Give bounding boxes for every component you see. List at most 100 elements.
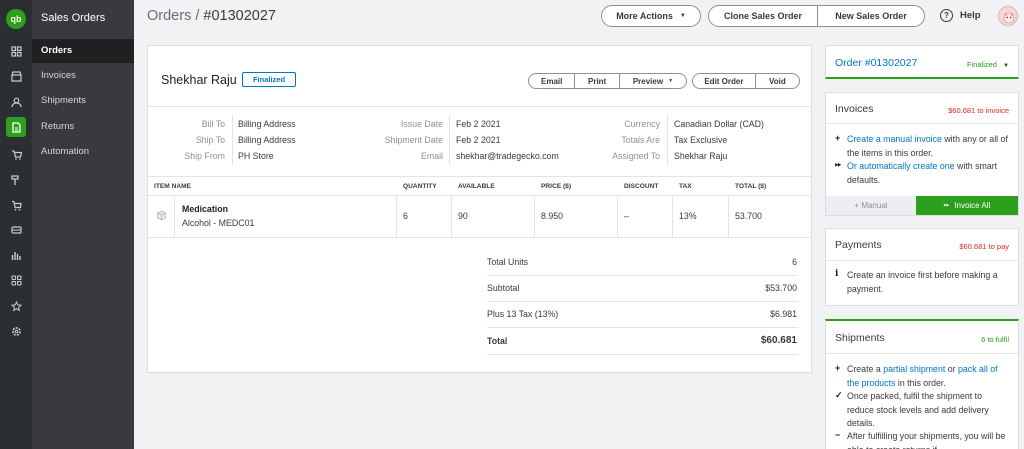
- divider: [148, 195, 811, 196]
- nav-item-shipments[interactable]: Shipments: [32, 89, 134, 113]
- user-avatar[interactable]: [998, 6, 1018, 26]
- nav-item-returns[interactable]: Returns: [32, 115, 134, 139]
- order-status-panel: Order #01302027 Finalized ▼: [825, 45, 1019, 79]
- subtotal-label: Subtotal: [487, 283, 520, 293]
- shipment-date-value[interactable]: Feb 2 2021: [456, 135, 501, 145]
- caret-down-icon: ▼: [679, 13, 686, 19]
- print-button[interactable]: Print: [574, 74, 618, 88]
- column-header-discount: DISCOUNT: [624, 183, 659, 190]
- preview-label: Preview: [632, 76, 664, 86]
- reports-icon[interactable]: [8, 247, 24, 263]
- dashboard-icon[interactable]: [8, 43, 24, 59]
- new-sales-order-button[interactable]: New Sales Order: [816, 6, 924, 26]
- settings-gear-icon[interactable]: [8, 323, 24, 339]
- email-button[interactable]: Email: [529, 74, 574, 88]
- returns-note: After fulfilling your shipments, you wil…: [847, 431, 1006, 449]
- list-item: ✓ Once packed, fulfil the shipment to re…: [835, 390, 1011, 431]
- total-units-value: 6: [792, 257, 797, 267]
- shipments-text: in this order.: [895, 377, 946, 388]
- apps-icon[interactable]: [8, 272, 24, 288]
- subtotal-value: $53.700: [765, 283, 797, 293]
- caret-down-icon: ▼: [1003, 63, 1009, 69]
- quickbooks-logo[interactable]: qb: [6, 9, 26, 29]
- ship-to-value[interactable]: Billing Address: [238, 135, 296, 145]
- document-actions-group: Email Print Preview ▼: [528, 73, 687, 89]
- item-quantity[interactable]: 6: [403, 211, 408, 221]
- auto-create-invoice-link[interactable]: Or automatically create one: [847, 161, 955, 171]
- status-badge: Finalized: [242, 72, 296, 87]
- cart-icon[interactable]: [8, 197, 24, 213]
- shipments-remaining: 6 to fulfil: [981, 335, 1009, 344]
- sales-orders-icon[interactable]: [6, 117, 26, 137]
- divider: [487, 301, 798, 302]
- item-total: 53.700: [735, 211, 762, 221]
- divider: [487, 275, 798, 276]
- list-item: i Create an invoice first before making …: [835, 269, 1011, 296]
- item-name[interactable]: Medication: [182, 204, 228, 214]
- shipments-title: Shipments: [835, 332, 885, 344]
- item-variant: Alcohol - MEDC01: [182, 218, 255, 228]
- divider: [826, 353, 1018, 354]
- breadcrumb-orders-link[interactable]: Orders: [147, 8, 191, 24]
- nav-item-invoices[interactable]: Invoices: [32, 64, 134, 88]
- star-icon[interactable]: [8, 298, 24, 314]
- bill-to-value[interactable]: Billing Address: [238, 119, 296, 129]
- tax-value: $6.981: [770, 309, 797, 319]
- payments-title: Payments: [835, 239, 882, 251]
- item-tax[interactable]: 13%: [679, 211, 697, 221]
- column-header-tax: TAX: [679, 183, 692, 190]
- currency-value[interactable]: Canadian Dollar (CAD): [674, 119, 764, 129]
- fast-forward-icon: ⏩︎: [835, 160, 842, 169]
- tax-label: Plus 13 Tax (13%): [487, 309, 559, 319]
- bill-to-label: Bill To: [201, 119, 225, 129]
- total-units-label: Total Units: [487, 257, 529, 267]
- list-item: ⏩︎ Or automatically create one with smar…: [835, 160, 1011, 187]
- email-value[interactable]: shekhar@tradegecko.com: [456, 151, 559, 161]
- edit-order-button[interactable]: Edit Order: [693, 74, 755, 88]
- divider: [728, 196, 729, 237]
- divider: [667, 115, 668, 165]
- tools-icon[interactable]: [8, 172, 24, 188]
- list-item: − After fulfilling your shipments, you w…: [835, 430, 1011, 449]
- create-manual-invoice-link[interactable]: Create a manual invoice: [847, 134, 942, 144]
- payments-panel: Payments $60.681 to pay i Create an invo…: [825, 228, 1019, 306]
- nav-item-orders[interactable]: Orders: [32, 39, 134, 63]
- contacts-icon[interactable]: [8, 94, 24, 110]
- divider: [672, 196, 673, 237]
- item-discount[interactable]: –: [624, 211, 629, 221]
- totals-are-value[interactable]: Tax Exclusive: [674, 135, 727, 145]
- list-item: + Create a partial shipment or pack all …: [835, 363, 1011, 390]
- shipments-text: Create a: [847, 364, 884, 374]
- partial-shipment-link[interactable]: partial shipment: [883, 364, 945, 374]
- store-icon[interactable]: [8, 68, 24, 84]
- order-status-dropdown[interactable]: Finalized ▼: [967, 60, 1009, 69]
- nav-item-automation[interactable]: Automation: [32, 140, 134, 164]
- invoice-all-button[interactable]: ⏩︎ Invoice All: [916, 196, 1018, 215]
- void-button[interactable]: Void: [754, 74, 799, 88]
- currency-label: Currency: [624, 119, 660, 129]
- truck-icon[interactable]: [8, 222, 24, 238]
- help-button[interactable]: ? Help: [940, 9, 981, 22]
- more-actions-button[interactable]: More Actions ▼: [601, 5, 701, 27]
- email-label: Email: [421, 151, 443, 161]
- order-status-label: Finalized: [966, 60, 997, 69]
- order-number-link[interactable]: Order #01302027: [835, 57, 917, 69]
- clone-sales-order-button[interactable]: Clone Sales Order: [709, 6, 817, 26]
- divider: [148, 176, 811, 177]
- preview-button[interactable]: Preview ▼: [618, 74, 686, 88]
- invoices-remaining: $60.681 to invoice: [948, 106, 1009, 115]
- issue-date-value[interactable]: Feb 2 2021: [456, 119, 501, 129]
- ship-from-value[interactable]: PH Store: [238, 151, 274, 161]
- purchase-icon[interactable]: [8, 146, 24, 162]
- customer-name[interactable]: Shekhar Raju: [161, 73, 237, 87]
- breadcrumb-separator: /: [195, 8, 200, 24]
- item-price[interactable]: 8.950: [541, 211, 563, 221]
- divider: [487, 354, 798, 355]
- divider: [148, 237, 811, 238]
- invoices-title: Invoices: [835, 103, 874, 115]
- issue-date-label: Issue Date: [400, 119, 443, 129]
- assigned-to-value[interactable]: Shekhar Raju: [674, 151, 727, 161]
- manual-invoice-button[interactable]: + Manual: [826, 196, 916, 215]
- more-actions-label: More Actions: [616, 11, 673, 21]
- plus-icon: +: [835, 363, 841, 373]
